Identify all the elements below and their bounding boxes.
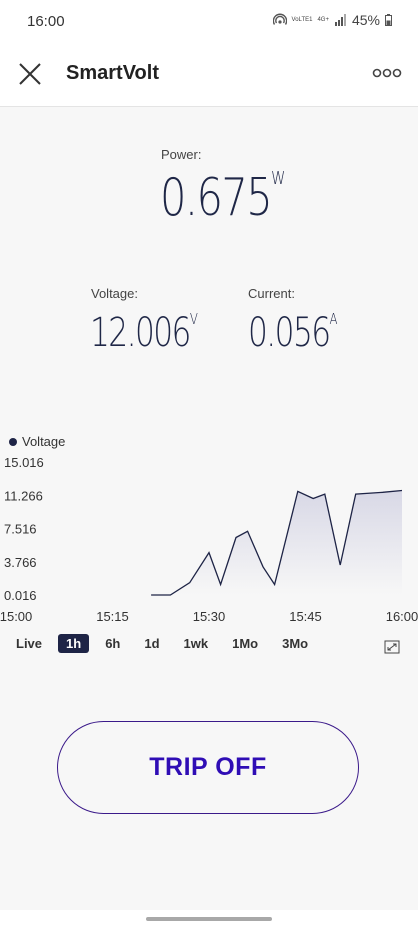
- x-tick-label: 15:15: [96, 609, 129, 624]
- x-tick-label: 16:00: [386, 609, 418, 624]
- power-unit: W: [271, 168, 286, 189]
- chart-legend: Voltage: [9, 434, 65, 449]
- y-tick-label: 15.016: [4, 455, 44, 470]
- voltage-label: Voltage:: [91, 286, 138, 301]
- status-icons: VoLTE1 4G+ 45%: [272, 12, 392, 28]
- current-number: 0.056: [248, 310, 331, 356]
- voltage-value: 12.006V: [90, 310, 198, 356]
- y-tick-label: 0.016: [4, 588, 37, 603]
- battery-icon: [385, 14, 392, 26]
- gesture-handle[interactable]: [146, 917, 272, 921]
- current-label: Current:: [248, 286, 295, 301]
- status-bar: 16:00 VoLTE1 4G+ 45%: [0, 0, 418, 44]
- more-options-icon[interactable]: [372, 65, 402, 81]
- power-label: Power:: [161, 147, 202, 162]
- x-tick-label: 15:00: [0, 609, 32, 624]
- range-option-3mo[interactable]: 3Mo: [274, 634, 316, 653]
- signal-icon: [334, 14, 346, 26]
- app-title: SmartVolt: [66, 62, 159, 84]
- range-option-1wk[interactable]: 1wk: [176, 634, 217, 653]
- legend-marker: [9, 437, 17, 446]
- x-tick-label: 15:30: [193, 609, 226, 624]
- current-unit: A: [329, 310, 338, 328]
- range-option-1mo[interactable]: 1Mo: [224, 634, 266, 653]
- current-value: 0.056A: [248, 310, 338, 356]
- voltage-number: 12.006: [90, 310, 191, 356]
- y-tick-label: 3.766: [4, 555, 37, 570]
- y-tick-label: 7.516: [4, 522, 37, 537]
- power-number: 0.675: [160, 168, 273, 228]
- y-tick-label: 11.266: [4, 488, 43, 503]
- time-range-selector: Live 1h 6h 1d 1wk 1Mo 3Mo: [8, 634, 324, 653]
- volte-indicator: VoLTE1: [291, 17, 313, 23]
- range-option-live[interactable]: Live: [8, 634, 50, 653]
- network-type-indicator: 4G+: [317, 17, 329, 23]
- expand-chart-icon[interactable]: [384, 640, 400, 654]
- status-time: 16:00: [27, 13, 65, 30]
- hotspot-icon: [272, 13, 287, 25]
- range-option-1d[interactable]: 1d: [136, 634, 167, 653]
- app-bar: SmartVolt: [0, 44, 418, 107]
- voltage-unit: V: [189, 310, 198, 328]
- battery-percentage: 45%: [351, 12, 380, 28]
- trip-off-button[interactable]: TRIP OFF: [57, 721, 359, 814]
- power-value: 0.675W: [160, 168, 285, 228]
- range-option-6h[interactable]: 6h: [97, 634, 128, 653]
- range-option-1h[interactable]: 1h: [58, 634, 90, 653]
- x-tick-label: 15:45: [289, 609, 322, 624]
- close-icon[interactable]: [17, 61, 43, 87]
- legend-label: Voltage: [22, 434, 66, 449]
- voltage-chart[interactable]: 15.016 11.266 7.516 3.766 0.016 15:00 15:15 15…: [0, 450, 418, 630]
